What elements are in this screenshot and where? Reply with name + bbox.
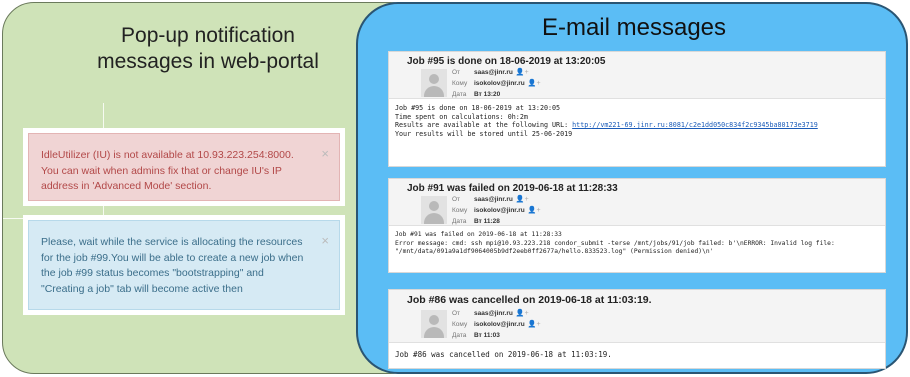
email-subject: Job #95 is done on 18-06-2019 at 13:20:0… <box>407 56 606 67</box>
body-line: Error message: cmd: ssh mpi@10.93.223.21… <box>395 239 835 247</box>
avatar-icon <box>421 69 447 97</box>
body-line: Job #86 was cancelled on 2019-06-18 at 1… <box>395 350 612 359</box>
error-notification: IdleUtilizer (IU) is not available at 10… <box>23 128 345 206</box>
email-body: Job #91 was failed on 2019-06-18 at 11:2… <box>389 226 885 257</box>
email-header: Job #91 was failed on 2019-06-18 at 11:2… <box>389 179 885 226</box>
email-message: Job #91 was failed on 2019-06-18 at 11:2… <box>388 178 886 273</box>
email-to[interactable]: isokolov@jinr.ru <box>474 321 525 328</box>
web-portal-title-line2: messages in web-portal <box>97 50 319 73</box>
email-date: Вт 11:28 <box>474 218 500 225</box>
email-header: Job #95 is done on 18-06-2019 at 13:20:0… <box>389 52 885 99</box>
to-label: Кому <box>452 80 468 87</box>
body-line: Your results will be stored until 25-06-… <box>395 129 573 138</box>
info-notification-text: Please, wait while the service is alloca… <box>41 236 304 295</box>
close-icon[interactable]: × <box>321 146 329 162</box>
web-portal-title-line1: Pop-up notification <box>121 24 295 47</box>
add-contact-icon[interactable]: 👤+ <box>516 196 529 203</box>
email-header: Job #86 was cancelled on 2019-06-18 at 1… <box>389 290 885 343</box>
email-message: Job #95 is done on 18-06-2019 at 13:20:0… <box>388 51 886 167</box>
avatar-icon <box>421 196 447 224</box>
body-line: Job #95 is done on 18-06-2019 at 13:20:0… <box>395 104 561 112</box>
date-label: Дата <box>452 218 467 225</box>
date-label: Дата <box>452 91 467 98</box>
add-contact-icon[interactable]: 👤+ <box>528 207 541 214</box>
add-contact-icon[interactable]: 👤+ <box>516 69 529 76</box>
email-body: Job #95 is done on 18-06-2019 at 13:20:0… <box>389 99 885 138</box>
email-to[interactable]: isokolov@jinr.ru <box>474 207 525 214</box>
avatar-icon <box>421 310 447 338</box>
add-contact-icon[interactable]: 👤+ <box>528 321 541 328</box>
add-contact-icon[interactable]: 👤+ <box>528 80 541 87</box>
email-meta: От saas@jinr.ru 👤+ Кому isokolov@jinr.ru 👤+ … <box>452 67 541 100</box>
email-subject: Job #91 was failed on 2019-06-18 at 11:2… <box>407 183 618 194</box>
email-body: Job #86 was cancelled on 2019-06-18 at 1… <box>389 343 885 360</box>
email-panel-title: E-mail messages <box>541 14 727 41</box>
body-line: Job #91 was failed on 2019-06-18 at 11:2… <box>395 231 562 238</box>
email-from[interactable]: saas@jinr.ru <box>474 69 513 76</box>
to-label: Кому <box>452 321 468 328</box>
email-from[interactable]: saas@jinr.ru <box>474 310 513 317</box>
from-label: От <box>452 310 461 317</box>
email-from[interactable]: saas@jinr.ru <box>474 196 513 203</box>
body-line: "/mnt/data/091a9a1df9064005b9df2eeb0ff26… <box>395 248 714 256</box>
from-label: От <box>452 196 461 203</box>
email-date: Вт 11:03 <box>474 332 500 339</box>
close-icon[interactable]: × <box>321 233 329 249</box>
body-line: Results are available at the following U… <box>395 121 818 130</box>
info-notification: Please, wait while the service is alloca… <box>23 215 345 315</box>
email-meta: От saas@jinr.ru 👤+ Кому isokolov@jinr.ru 👤+ … <box>452 308 541 341</box>
error-notification-text: IdleUtilizer (IU) is not available at 10… <box>41 149 294 192</box>
to-label: Кому <box>452 207 468 214</box>
email-message: Job #86 was cancelled on 2019-06-18 at 1… <box>388 289 886 369</box>
results-link[interactable]: http://vm221-69.jinr.ru:8081/c2e1dd050c8… <box>572 121 818 129</box>
web-portal-title: Pop-up notification messages in web-port… <box>43 23 373 75</box>
email-date: Вт 13:20 <box>474 91 501 98</box>
add-contact-icon[interactable]: 👤+ <box>516 310 529 317</box>
email-subject: Job #86 was cancelled on 2019-06-18 at 1… <box>407 294 652 306</box>
body-line: Time spent on calculations: 0h:2m <box>395 112 528 121</box>
email-panel: E-mail messages Job #95 is done on 18-06… <box>356 2 908 374</box>
email-meta: От saas@jinr.ru 👤+ Кому isokolov@jinr.ru 👤+ … <box>452 194 541 227</box>
from-label: От <box>452 69 461 76</box>
email-to[interactable]: isokolov@jinr.ru <box>474 80 525 87</box>
date-label: Дата <box>452 332 467 339</box>
